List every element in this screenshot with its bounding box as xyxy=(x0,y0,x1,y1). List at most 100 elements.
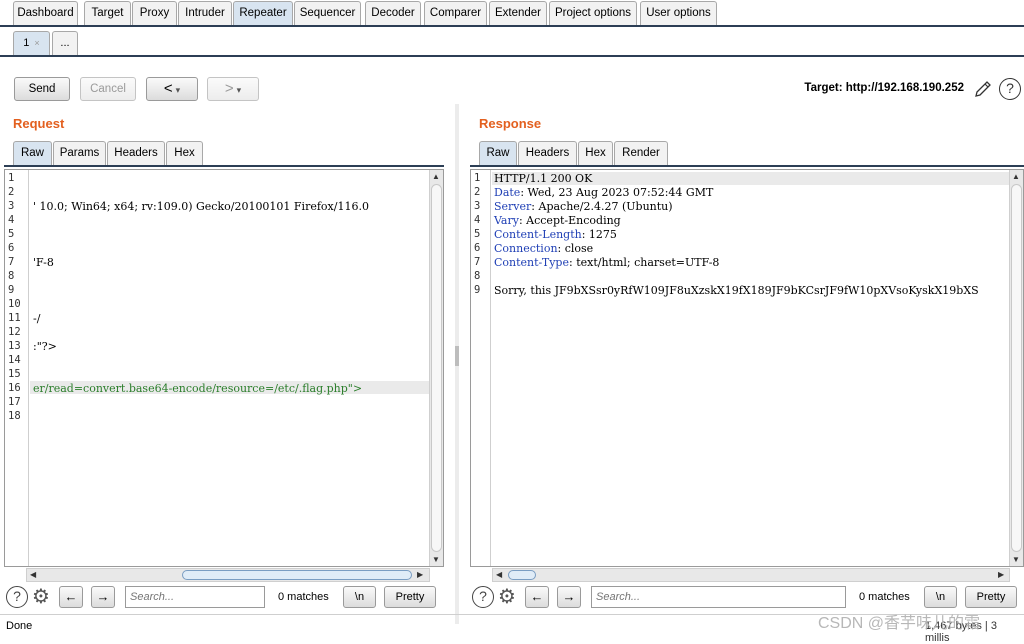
back-button[interactable]: < ▾ xyxy=(146,77,198,101)
response-line: HTTP/1.1 200 OK xyxy=(494,172,592,185)
request-vertical-scrollbar[interactable]: ▲ ▼ xyxy=(429,170,443,566)
tab-user-options[interactable]: User options xyxy=(640,1,717,25)
header-name: Server xyxy=(494,200,532,213)
response-title: Response xyxy=(479,116,542,131)
header-name: Content-Length xyxy=(494,228,582,241)
line-number: 2 xyxy=(474,186,481,198)
tab-decoder[interactable]: Decoder xyxy=(365,1,421,25)
header-value: : Wed, 23 Aug 2023 07:52:44 GMT xyxy=(520,186,714,199)
chevron-down-icon: ▾ xyxy=(236,85,242,95)
pencil-icon[interactable] xyxy=(973,79,993,99)
request-line: er/read=convert.base64-encode/resource=/… xyxy=(33,382,363,395)
request-tab-hex[interactable]: Hex xyxy=(166,141,203,165)
gear-icon[interactable]: ⚙ xyxy=(496,586,518,608)
help-icon[interactable]: ? xyxy=(999,78,1021,100)
splitter-grip[interactable] xyxy=(455,346,459,366)
scroll-thumb[interactable] xyxy=(431,184,442,552)
help-icon[interactable]: ? xyxy=(6,586,28,608)
line-number: 11 xyxy=(8,312,21,324)
scroll-up-icon[interactable]: ▲ xyxy=(432,172,440,181)
cancel-button[interactable]: Cancel xyxy=(80,77,136,101)
scroll-left-icon[interactable]: ◀ xyxy=(496,570,502,579)
response-horizontal-scrollbar[interactable]: ◀ ▶ xyxy=(492,568,1010,582)
response-line: Content-Type: text/html; charset=UTF-8 xyxy=(494,256,719,269)
line-number: 13 xyxy=(8,340,21,352)
scroll-thumb[interactable] xyxy=(182,570,412,580)
tab-project-options[interactable]: Project options xyxy=(549,1,637,25)
next-match-button[interactable]: → xyxy=(91,586,115,608)
scroll-right-icon[interactable]: ▶ xyxy=(417,570,423,579)
line-number: 9 xyxy=(474,284,481,296)
tab-target[interactable]: Target xyxy=(84,1,131,25)
previous-match-button[interactable]: ← xyxy=(525,586,549,608)
pretty-button[interactable]: Pretty xyxy=(384,586,436,608)
request-line: 'F-8 xyxy=(33,256,54,269)
line-number: 5 xyxy=(474,228,481,240)
line-number: 16 xyxy=(8,382,21,394)
response-search-input[interactable] xyxy=(591,586,846,608)
tab-repeater[interactable]: Repeater xyxy=(233,1,293,25)
line-number: 9 xyxy=(8,284,15,296)
scroll-right-icon[interactable]: ▶ xyxy=(998,570,1004,579)
pretty-button[interactable]: Pretty xyxy=(965,586,1017,608)
help-icon[interactable]: ? xyxy=(472,586,494,608)
request-tab-headers[interactable]: Headers xyxy=(107,141,165,165)
back-arrow-icon: < xyxy=(163,80,173,97)
line-number: 1 xyxy=(474,172,481,184)
request-search-bar: ? ⚙ ← → 0 matches \n Pretty xyxy=(0,585,450,613)
tab-sequencer[interactable]: Sequencer xyxy=(294,1,361,25)
scroll-down-icon[interactable]: ▼ xyxy=(432,555,440,564)
request-tab-params[interactable]: Params xyxy=(53,141,106,165)
scroll-down-icon[interactable]: ▼ xyxy=(1012,555,1020,564)
scroll-up-icon[interactable]: ▲ xyxy=(1012,172,1020,181)
request-search-input[interactable] xyxy=(125,586,265,608)
response-line: Server: Apache/2.4.27 (Ubuntu) xyxy=(494,200,673,213)
response-line: Content-Length: 1275 xyxy=(494,228,617,241)
header-name: Connection xyxy=(494,242,558,255)
scroll-thumb[interactable] xyxy=(508,570,536,580)
line-number: 18 xyxy=(8,410,21,422)
close-icon[interactable]: × xyxy=(34,38,39,48)
request-line: :"?> xyxy=(33,340,57,353)
scroll-thumb[interactable] xyxy=(1011,184,1022,552)
line-number: 3 xyxy=(8,200,15,212)
main-tab-divider xyxy=(0,25,1024,27)
response-tab-render[interactable]: Render xyxy=(614,141,668,165)
response-line: Sorry, this JF9bXSsr0yRfW109JF8uXzskX19f… xyxy=(494,284,979,297)
response-line: Vary: Accept-Encoding xyxy=(494,214,621,227)
scroll-left-icon[interactable]: ◀ xyxy=(30,570,36,579)
header-name: Content-Type xyxy=(494,256,569,269)
response-vertical-scrollbar[interactable]: ▲ ▼ xyxy=(1009,170,1023,566)
response-tab-raw[interactable]: Raw xyxy=(479,141,517,165)
previous-match-button[interactable]: ← xyxy=(59,586,83,608)
tab-proxy[interactable]: Proxy xyxy=(132,1,177,25)
repeater-tab-1[interactable]: 1 × xyxy=(13,31,50,55)
response-editor[interactable]: 1 2 3 4 5 6 7 8 9 HTTP/1.1 200 OK Date: Wed, 23 Au… xyxy=(470,169,1024,567)
line-number: 4 xyxy=(474,214,481,226)
response-tab-hex[interactable]: Hex xyxy=(578,141,613,165)
forward-button[interactable]: > ▾ xyxy=(207,77,259,101)
newline-toggle-button[interactable]: \n xyxy=(924,586,957,608)
request-tab-raw[interactable]: Raw xyxy=(13,141,52,165)
response-line: Date: Wed, 23 Aug 2023 07:52:44 GMT xyxy=(494,186,713,199)
gear-icon[interactable]: ⚙ xyxy=(30,586,52,608)
status-line: HTTP/1.1 200 OK xyxy=(494,172,593,185)
repeater-tab-more[interactable]: ... xyxy=(52,31,78,55)
send-button[interactable]: Send xyxy=(14,77,70,101)
tab-intruder[interactable]: Intruder xyxy=(178,1,232,25)
tab-comparer[interactable]: Comparer xyxy=(424,1,487,25)
response-line: Connection: close xyxy=(494,242,593,255)
tab-dashboard[interactable]: Dashboard xyxy=(13,1,78,25)
next-match-button[interactable]: → xyxy=(557,586,581,608)
request-horizontal-scrollbar[interactable]: ◀ ▶ xyxy=(26,568,430,582)
line-number: 14 xyxy=(8,354,21,366)
line-number: 4 xyxy=(8,214,15,226)
request-editor[interactable]: 1 2 3 ' 10.0; Win64; x64; rv:109.0) Gecko/2… xyxy=(4,169,444,567)
tab-extender[interactable]: Extender xyxy=(489,1,547,25)
sub-tab-divider xyxy=(0,55,1024,57)
line-number: 8 xyxy=(8,270,15,282)
line-number: 6 xyxy=(474,242,481,254)
newline-toggle-button[interactable]: \n xyxy=(343,586,376,608)
chevron-down-icon: ▾ xyxy=(175,85,181,95)
response-tab-headers[interactable]: Headers xyxy=(518,141,577,165)
